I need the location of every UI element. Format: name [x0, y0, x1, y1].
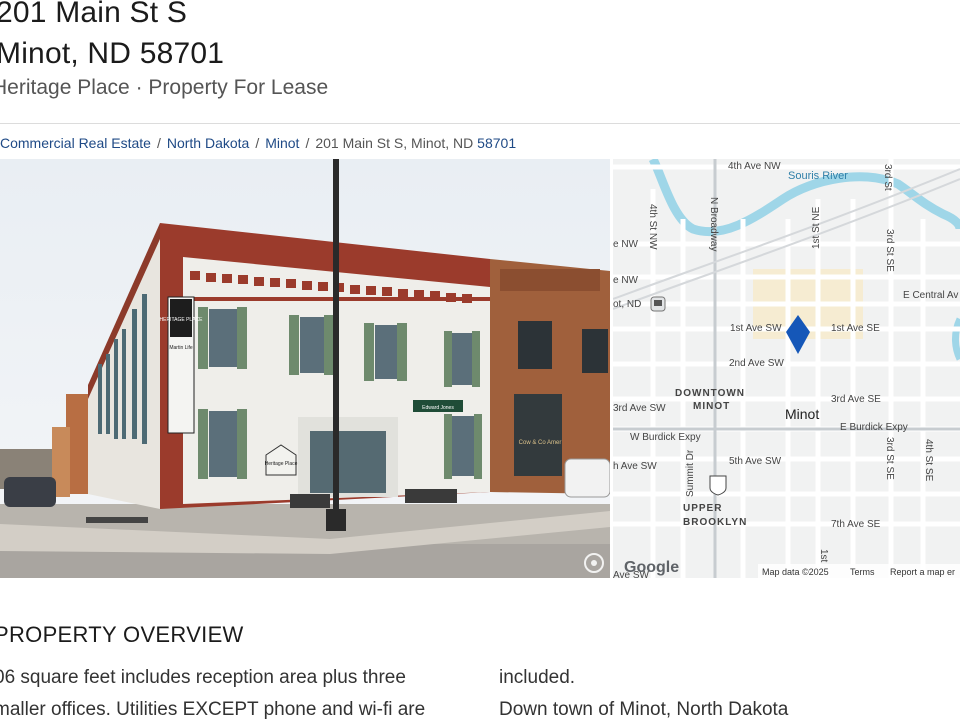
map-label-4th-st-se: 4th St SE	[923, 439, 934, 482]
overview-right-column: included. Down town of Minot, North Dako…	[499, 662, 939, 726]
map-label-n-broadway: N Broadway	[708, 197, 719, 251]
overview-text-line: maller offices. Utilities EXCEPT phone a…	[0, 699, 426, 720]
map-label-1st-ave-sw: 1st Ave SW	[730, 323, 782, 334]
map-label-7th-ave-se: 7th Ave SE	[831, 519, 881, 530]
map-label-minot: Minot	[785, 406, 819, 422]
map-label-2nd-ave-sw: 2nd Ave SW	[729, 358, 784, 369]
map-terms-link[interactable]: Terms	[850, 567, 875, 577]
map-label-1st-st-ne: 1st St NE	[811, 206, 822, 249]
map-label-3rd-ave-sw: 3rd Ave SW	[613, 403, 666, 414]
train-station-icon	[650, 296, 666, 312]
storefront-sign: Cow & Co Amer	[519, 440, 562, 446]
overview-text-line: 06 square feet includes reception area p…	[0, 667, 406, 688]
page-title: 201 Main St S Minot, ND 58701	[0, 0, 224, 74]
divider	[0, 123, 960, 124]
map-label-e-central-ave: E Central Av	[903, 290, 958, 301]
map-label-upper: UPPER	[683, 503, 722, 514]
breadcrumb-separator: /	[305, 135, 310, 151]
breadcrumb-north-dakota[interactable]: North Dakota	[167, 135, 249, 151]
map-label-1st-bottom: 1st	[818, 549, 829, 563]
page-subtitle: Heritage Place · Property For Lease	[0, 76, 329, 99]
breadcrumb-separator: /	[255, 135, 260, 151]
breadcrumb-minot[interactable]: Minot	[265, 135, 299, 151]
breadcrumb-separator: /	[156, 135, 161, 151]
map-label-3rd-st-se-b: 3rd St SE	[884, 437, 895, 480]
map-label-summit-dr: Summit Dr	[685, 449, 696, 497]
map-label-4th-ave-sw: h Ave SW	[613, 461, 657, 472]
heritage-place-plaque: Heritage Place	[265, 461, 298, 467]
edward-jones-sign: Edward Jones	[422, 405, 454, 411]
route-83-shield-icon	[709, 475, 727, 496]
title-line-2: Minot, ND 58701	[0, 37, 225, 70]
map-label-downtown: DOWNTOWN	[675, 388, 745, 399]
map-label-w-burdick-expy: W Burdick Expy	[630, 432, 701, 443]
map-label-ave-nw-b: e NW	[613, 275, 639, 286]
breadcrumb: Commercial Real Estate / North Dakota / Mino…	[0, 135, 516, 151]
breadcrumb-current: 201 Main St S, Minot, ND	[315, 135, 474, 151]
map-label-3rd-st-se: 3rd St SE	[884, 229, 895, 272]
breadcrumb-zip[interactable]: 58701	[477, 135, 516, 151]
overview-heading: PROPERTY OVERVIEW	[0, 622, 244, 647]
report-map-error-link[interactable]: Report a map er	[890, 567, 955, 577]
map-label-downtown-minot: MINOT	[693, 401, 730, 412]
map-label-brooklyn: BROOKLYN	[683, 517, 747, 528]
overview-left-column: 06 square feet includes reception area p…	[0, 662, 464, 726]
map-label-ot-nd: ot, ND	[613, 299, 641, 310]
property-photo[interactable]: HERITAGE PLACE Martin Life Edward Jones …	[0, 159, 610, 578]
martin-sign: Martin Life	[169, 345, 193, 351]
map-label-souris-river: Souris River	[788, 170, 848, 182]
map-label-3rd-ave-se: 3rd Ave SE	[831, 394, 881, 405]
map-label-4th-ave-nw: 4th Ave NW	[728, 161, 781, 172]
overview-text-line: included.	[499, 667, 576, 688]
location-map[interactable]: 4th Ave NW Souris River 3rd St 4th St NW…	[613, 159, 960, 578]
heritage-place-vertical-sign: HERITAGE PLACE	[160, 317, 204, 323]
map-label-e-burdick-expy: E Burdick Expy	[840, 422, 908, 433]
overview-text-line: Down town of Minot, North Dakota	[499, 699, 789, 720]
map-label-3rd-st-top: 3rd St	[882, 164, 893, 191]
google-logo: Google	[624, 559, 679, 576]
breadcrumb-commercial-real-estate[interactable]: Commercial Real Estate	[0, 135, 151, 151]
map-label-ave-nw-a: e NW	[613, 239, 639, 250]
title-line-1: 201 Main St S	[0, 0, 188, 29]
map-data-credit: Map data ©2025	[762, 567, 829, 577]
map-label-4th-st-nw: 4th St NW	[647, 204, 658, 250]
map-label-1st-ave-se: 1st Ave SE	[831, 323, 880, 334]
map-label-5th-ave-sw: 5th Ave SW	[729, 456, 782, 467]
